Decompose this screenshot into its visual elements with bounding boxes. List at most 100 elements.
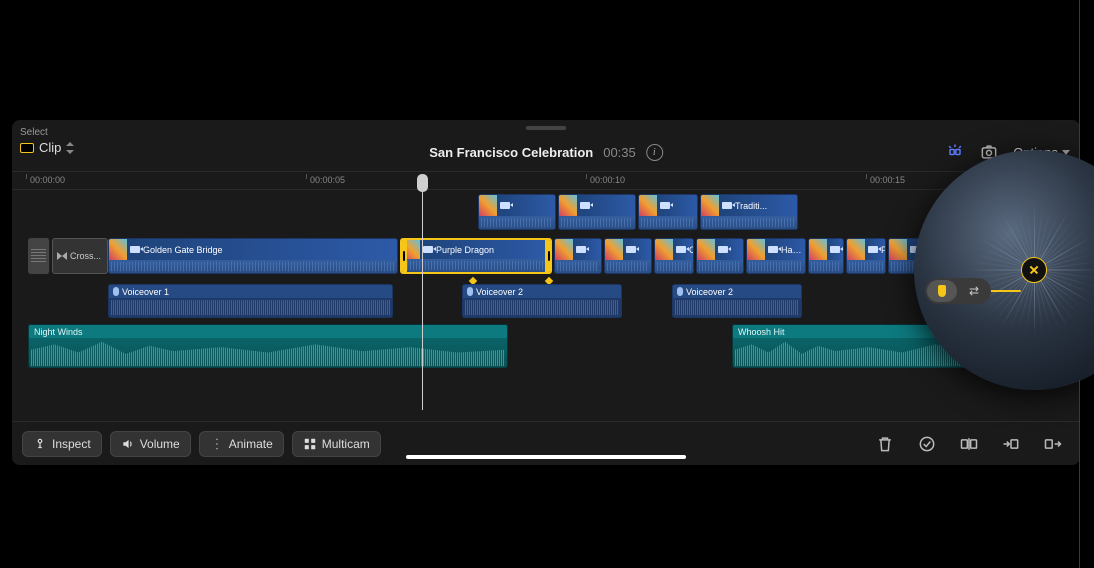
clip-waveform: [697, 260, 743, 273]
clip-thumbnail: [639, 195, 657, 216]
animate-icon: [210, 437, 224, 451]
transition-clip[interactable]: Cross...: [52, 238, 108, 274]
ruler-tick: 00:00:15: [870, 175, 905, 185]
clip-waveform: [109, 298, 392, 317]
nudge-indicator: [987, 290, 1021, 292]
voiceover-clip[interactable]: Voiceover 1: [108, 284, 393, 318]
inspect-icon: [33, 437, 47, 451]
voiceover-clip[interactable]: Voiceover 2: [672, 284, 802, 318]
overwrite-button[interactable]: [1036, 430, 1070, 458]
split-button[interactable]: [952, 430, 986, 458]
swap-icon: ⇄: [969, 284, 979, 298]
clip-body: Traditi...: [719, 195, 797, 216]
inspect-label: Inspect: [52, 437, 91, 451]
clip-mode-text: Clip: [39, 140, 61, 155]
multicam-icon: [303, 437, 317, 451]
video-clip[interactable]: Golden Gate Bridge: [108, 238, 398, 274]
video-clip[interactable]: [604, 238, 652, 274]
animate-button[interactable]: Animate: [199, 431, 284, 457]
insert-button[interactable]: [994, 430, 1028, 458]
video-clip[interactable]: [696, 238, 744, 274]
trim-handle-right[interactable]: [545, 240, 552, 272]
project-duration: 00:35: [603, 145, 636, 160]
jog-wheel-close-button[interactable]: [1021, 257, 1047, 283]
multicam-button[interactable]: Multicam: [292, 431, 381, 457]
clip-label: Traditi...: [735, 201, 797, 211]
video-clip[interactable]: Traditi...: [700, 194, 798, 230]
video-clip[interactable]: [638, 194, 698, 230]
video-clip[interactable]: [558, 194, 636, 230]
callout-line: [1079, 0, 1080, 160]
clip-thumbnail: [809, 239, 827, 260]
storyline-grip[interactable]: [28, 238, 50, 274]
position-marker-icon: [938, 285, 946, 297]
video-clip[interactable]: [808, 238, 844, 274]
clip-body: C...: [673, 239, 693, 260]
clip-thumbnail: [109, 239, 127, 260]
playhead-knob[interactable]: [417, 174, 428, 192]
trim-handle-left[interactable]: [400, 240, 407, 272]
jog-wheel-ticks: [914, 150, 1094, 390]
voiceover-clip[interactable]: Voiceover 2: [462, 284, 622, 318]
clip-header: Voiceover 2: [673, 285, 801, 298]
updown-icon: [66, 142, 74, 154]
video-clip[interactable]: [478, 194, 556, 230]
audio-clip[interactable]: Night Winds: [28, 324, 508, 368]
jog-wheel-disc[interactable]: [914, 150, 1094, 390]
clip-label: Voiceover 1: [122, 287, 169, 297]
clip-thumbnail: [479, 195, 497, 216]
clip-waveform: [402, 259, 550, 272]
jog-mode-toggle[interactable]: ⇄: [925, 278, 991, 304]
clip-mode-selector[interactable]: Clip: [20, 140, 74, 155]
enable-button[interactable]: [910, 430, 944, 458]
clip-label: C...: [689, 245, 693, 255]
project-title: San Francisco Celebration: [429, 145, 593, 160]
camera-icon: [660, 202, 670, 209]
playhead[interactable]: [422, 190, 423, 410]
clip-header: Voiceover 1: [109, 285, 392, 298]
clip-body: [715, 239, 743, 260]
ruler-tick: 00:00:10: [590, 175, 625, 185]
clip-waveform: [463, 298, 621, 317]
clip-waveform: [847, 260, 885, 273]
delete-button[interactable]: [868, 430, 902, 458]
clip-label: Pa...: [881, 245, 885, 255]
clip-body: [497, 195, 555, 216]
clip-waveform: [479, 216, 555, 229]
clip-body: [827, 239, 843, 260]
jog-mode-position[interactable]: [927, 280, 957, 302]
clip-body: Golden Gate Bridge: [127, 239, 397, 260]
clip-body: Purple Dragon: [420, 240, 550, 259]
video-clip[interactable]: Pa...: [846, 238, 886, 274]
clip-waveform: [639, 216, 697, 229]
info-button[interactable]: i: [646, 144, 663, 161]
inspect-button[interactable]: Inspect: [22, 431, 102, 457]
microphone-icon: [113, 287, 119, 296]
transition-icon: [57, 252, 67, 260]
clip-thumbnail: [555, 239, 573, 260]
ruler-tick: 00:00:05: [310, 175, 345, 185]
clip-thumbnail: [559, 195, 577, 216]
camera-icon: [576, 246, 586, 253]
jog-wheel[interactable]: [914, 150, 1094, 390]
camera-icon: [676, 246, 686, 253]
video-clip[interactable]: C...: [654, 238, 694, 274]
clip-thumbnail: [847, 239, 865, 260]
callout-line: [1079, 380, 1080, 568]
clip-waveform: [673, 298, 801, 317]
clip-waveform: [29, 338, 507, 367]
camera-icon: [830, 246, 840, 253]
camera-icon: [500, 202, 510, 209]
jog-mode-swap[interactable]: ⇄: [959, 280, 989, 302]
camera-icon: [868, 246, 878, 253]
video-clip[interactable]: Happy...: [746, 238, 806, 274]
volume-button[interactable]: Volume: [110, 431, 191, 457]
camera-icon: [423, 246, 433, 253]
camera-icon: [722, 202, 732, 209]
drag-handle[interactable]: [526, 126, 566, 130]
clip-label: Voiceover 2: [476, 287, 523, 297]
video-clip[interactable]: [554, 238, 602, 274]
clip-thumbnail: [701, 195, 719, 216]
clip-waveform: [605, 260, 651, 273]
volume-label: Volume: [140, 437, 180, 451]
